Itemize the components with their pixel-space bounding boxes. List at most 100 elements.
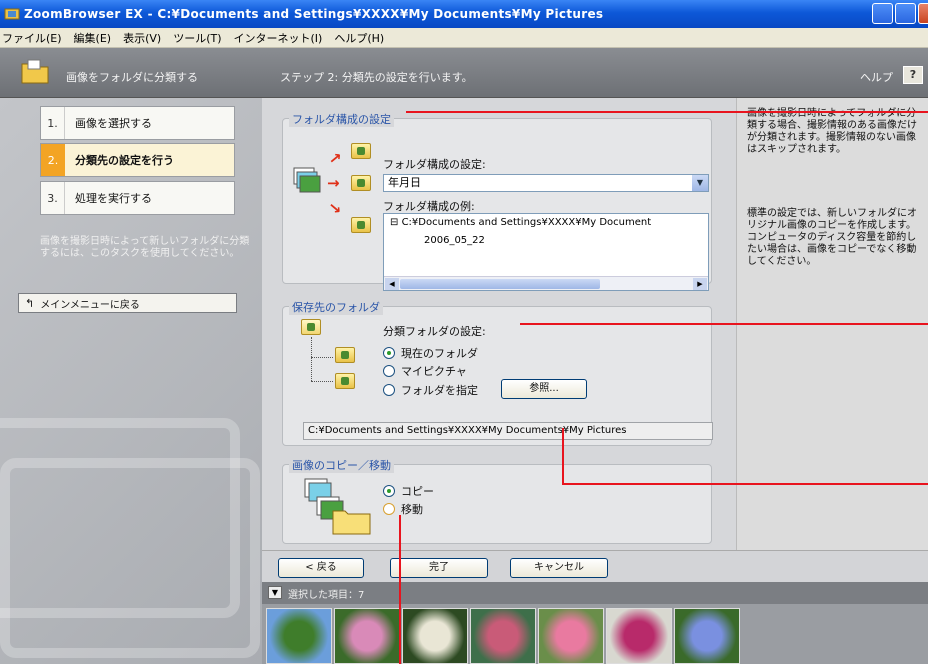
folder-icon <box>335 347 355 363</box>
wizard-nav-bar: < 戻る 完了 キャンセル <box>262 550 928 582</box>
chevron-down-icon[interactable]: ▼ <box>692 175 708 191</box>
thumbnail-image[interactable] <box>266 608 332 664</box>
task-sidebar: 1. 画像を選択する 2. 分類先の設定を行う 3. 処理を実行する 画像を撮影… <box>0 98 262 664</box>
back-to-main-button[interactable]: ↰ メインメニューに戻る <box>18 293 237 313</box>
arrow-right-icon: → <box>327 174 340 192</box>
tree-connector <box>311 381 333 382</box>
title-bar: ZoomBrowser EX - C:¥Documents and Settin… <box>0 0 928 28</box>
thumbnail-image[interactable] <box>334 608 400 664</box>
menu-edit[interactable]: 編集(E) <box>74 30 112 46</box>
folder-icon <box>351 143 371 159</box>
browse-button[interactable]: 参照... <box>501 379 587 399</box>
task-title: 画像をフォルダに分類する <box>66 71 198 84</box>
tree-connector <box>311 337 312 381</box>
thumbnail-strip <box>262 604 928 664</box>
task-description: 画像を撮影日時によって新しいフォルダに分類するには、このタスクを使用してください… <box>40 236 250 259</box>
folder-icon <box>335 373 355 389</box>
scrollbar-thumb[interactable] <box>400 279 600 289</box>
copy-move-group: 画像のコピー／移動 コピー 移動 <box>282 457 712 544</box>
folder-structure-title: フォルダ構成の設定 <box>289 111 394 127</box>
menu-view[interactable]: 表示(V) <box>123 30 161 46</box>
radio-move[interactable]: 移動 <box>383 501 423 517</box>
scroll-left-icon[interactable]: ◀ <box>385 278 399 290</box>
window-title: ZoomBrowser EX - C:¥Documents and Settin… <box>24 7 604 21</box>
tree-root-label: C:¥Documents and Settings¥XXXX¥My Docume… <box>401 217 652 228</box>
arrow-up-right-icon: → <box>324 147 346 169</box>
help-text-info: 画像を撮影日時によってフォルダに分類する場合、撮影情報のある画像だけが分類されま… <box>747 108 917 155</box>
step-label: 処理を実行する <box>75 192 152 205</box>
selected-items-bar: ▼ 選択した項目：7 <box>262 582 928 604</box>
classify-folder-label: 分類フォルダの設定: <box>383 325 486 338</box>
menu-file[interactable]: ファイル(E) <box>2 30 62 46</box>
finish-button[interactable]: 完了 <box>390 558 488 578</box>
radio-copy[interactable]: コピー <box>383 483 434 499</box>
folder-sort-icon <box>21 59 49 84</box>
menu-tools[interactable]: ツール(T) <box>173 30 221 46</box>
folder-icon <box>351 175 371 191</box>
menu-internet[interactable]: インターネット(I) <box>234 30 323 46</box>
folder-structure-example-label: フォルダ構成の例: <box>383 200 475 213</box>
folder-structure-value: 年月日 <box>388 176 421 189</box>
minimize-button[interactable] <box>872 3 893 24</box>
radio-indicator[interactable] <box>383 503 395 515</box>
zoombrowser-app-icon <box>4 8 20 20</box>
maximize-button[interactable] <box>895 3 916 24</box>
destination-path-field: C:¥Documents and Settings¥XXXX¥My Docume… <box>303 422 713 440</box>
radio-indicator[interactable] <box>383 365 395 377</box>
radio-my-pictures[interactable]: マイピクチャ <box>383 363 467 379</box>
step-set-destination[interactable]: 2. 分類先の設定を行う <box>40 143 235 177</box>
thumbnail-image[interactable] <box>402 608 468 664</box>
folder-icon <box>351 217 371 233</box>
step-number: 2. <box>41 144 65 176</box>
callout-line <box>520 323 928 325</box>
save-folder-title: 保存先のフォルダ <box>289 299 383 315</box>
menu-help[interactable]: ヘルプ(H) <box>334 30 384 46</box>
radio-indicator[interactable] <box>383 347 395 359</box>
folder-structure-select[interactable]: 年月日 ▼ <box>383 174 709 192</box>
arrow-down-right-icon: → <box>324 197 346 219</box>
thumbnail-image[interactable] <box>606 608 672 664</box>
folder-structure-example-tree[interactable]: ⊟ C:¥Documents and Settings¥XXXX¥My Docu… <box>383 213 709 291</box>
help-text-default: 標準の設定では、新しいフォルダにオリジナル画像のコピーを作成します。コンピュータ… <box>747 208 917 267</box>
scroll-right-icon[interactable]: ▶ <box>693 278 707 290</box>
step-number: 1. <box>41 107 65 139</box>
step-label: 分類先の設定を行う <box>75 154 174 167</box>
collapse-icon[interactable]: ⊟ <box>390 217 402 228</box>
back-button[interactable]: < 戻る <box>278 558 364 578</box>
step-execute[interactable]: 3. 処理を実行する <box>40 181 235 215</box>
thumbnail-image[interactable] <box>538 608 604 664</box>
step-title: ステップ 2: 分類先の設定を行います。 <box>280 71 473 84</box>
tree-node-root: ⊟ C:¥Documents and Settings¥XXXX¥My Docu… <box>390 217 651 228</box>
thumbnail-image[interactable] <box>470 608 536 664</box>
collapse-toggle-icon[interactable]: ▼ <box>268 586 282 599</box>
callout-line <box>406 111 928 113</box>
radio-indicator[interactable] <box>383 384 395 396</box>
radio-label: 移動 <box>401 503 423 516</box>
step-number: 3. <box>41 182 65 214</box>
copy-move-icon <box>304 478 371 535</box>
task-header: 画像をフォルダに分類する ステップ 2: 分類先の設定を行います。 ヘルプ ? <box>0 48 928 98</box>
photos-icon <box>293 167 321 193</box>
save-folder-group: 保存先のフォルダ 分類フォルダの設定: 現在のフォルダ マイピクチャ フォルダを… <box>282 299 713 446</box>
close-button[interactable] <box>918 3 928 24</box>
callout-line <box>562 428 564 484</box>
open-folder-icon <box>301 319 321 335</box>
radio-label: フォルダを指定 <box>401 384 478 397</box>
cancel-button[interactable]: キャンセル <box>510 558 608 578</box>
horizontal-scrollbar[interactable]: ◀ ▶ <box>384 276 708 290</box>
radio-current-folder[interactable]: 現在のフォルダ <box>383 345 478 361</box>
tree-connector <box>311 357 333 358</box>
radio-specify-folder[interactable]: フォルダを指定 <box>383 382 478 398</box>
step-label: 画像を選択する <box>75 117 152 130</box>
callout-line <box>562 483 928 485</box>
decorative-frame <box>0 458 260 658</box>
step-select-images[interactable]: 1. 画像を選択する <box>40 106 235 140</box>
back-to-main-label: メインメニューに戻る <box>40 299 140 311</box>
radio-label: マイピクチャ <box>401 365 467 378</box>
help-icon[interactable]: ? <box>903 66 923 84</box>
thumbnail-image[interactable] <box>674 608 740 664</box>
radio-indicator[interactable] <box>383 485 395 497</box>
menu-bar: ファイル(E) 編集(E) 表示(V) ツール(T) インターネット(I) ヘル… <box>0 28 928 48</box>
help-link[interactable]: ヘルプ <box>860 69 893 85</box>
radio-label: コピー <box>401 485 434 498</box>
